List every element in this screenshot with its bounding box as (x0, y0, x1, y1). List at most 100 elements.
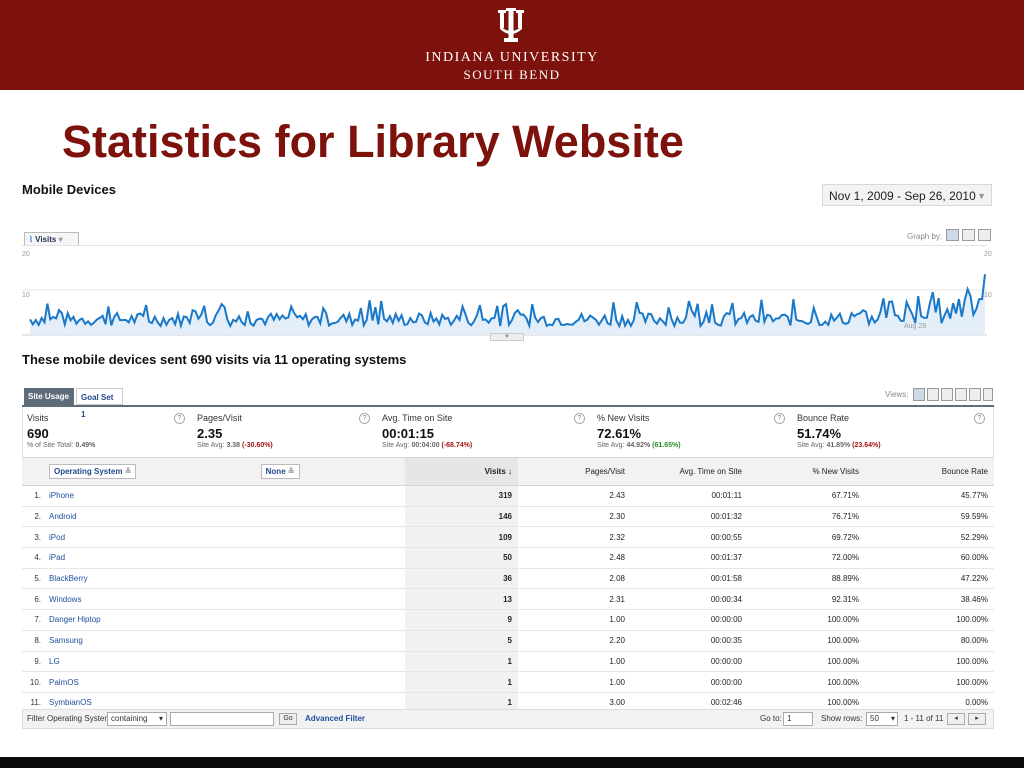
visits-line-chart (22, 245, 993, 337)
new-visits-header[interactable]: % New Visits (748, 457, 865, 486)
table-footer: Filter Operating System: containing ▾ Go… (22, 709, 994, 729)
row-os-name-link[interactable]: Windows (45, 588, 405, 611)
table-row: 3. iPod 109 2.32 00:00:55 69.72% 52.29% (22, 526, 994, 549)
row-avg-time: 00:01:37 (631, 547, 748, 569)
row-pages-visit: 1.00 (518, 651, 631, 673)
row-avg-time: 00:01:58 (631, 568, 748, 590)
row-os-name-link[interactable]: LG (45, 651, 405, 673)
row-os-name-link[interactable]: iPod (45, 526, 405, 549)
secondary-dimension-select[interactable]: None ≚ (260, 464, 300, 479)
next-page-icon[interactable]: ▸ (968, 713, 986, 725)
row-visits: 13 (405, 588, 518, 611)
row-os-name-link[interactable]: iPhone (45, 485, 405, 507)
row-os-name-link[interactable]: Android (45, 506, 405, 528)
row-visits: 1 (405, 651, 518, 673)
university-banner: INDIANA UNIVERSITY SOUTH BEND (0, 0, 1024, 90)
help-icon[interactable]: ? (174, 413, 185, 424)
filter-input[interactable] (170, 712, 274, 726)
row-pages-visit: 1.00 (518, 609, 631, 631)
graph-by-week-button[interactable] (962, 229, 975, 241)
graph-metric-dropdown[interactable]: ⌇ Visits ▾ (24, 232, 79, 246)
filter-mode-select[interactable]: containing ▾ (107, 712, 167, 726)
dimension-select[interactable]: Operating System ≚ (49, 464, 137, 479)
metric-sub: Site Avg: 41.85% (23.64%) (797, 442, 881, 449)
help-icon[interactable]: ? (359, 413, 370, 424)
row-bounce-rate: 80.00% (865, 630, 994, 652)
row-new-visits: 69.72% (748, 526, 865, 549)
chevron-down-icon: ▾ (58, 235, 63, 244)
row-rank: 4. (22, 547, 45, 569)
go-button[interactable]: Go (279, 713, 297, 725)
help-icon[interactable]: ? (574, 413, 585, 424)
row-os-name-link[interactable]: iPad (45, 547, 405, 569)
row-pages-visit: 2.20 (518, 630, 631, 652)
visits-graph: 20 10 20 10 Aug 29 ▼ (22, 245, 993, 341)
previous-page-icon[interactable]: ◂ (947, 713, 965, 725)
row-avg-time: 00:01:11 (631, 485, 748, 507)
metric-name: Bounce Rate (797, 413, 850, 423)
pie-view-icon[interactable] (927, 388, 939, 401)
row-avg-time: 00:00:55 (631, 526, 748, 549)
help-icon[interactable]: ? (774, 413, 785, 424)
metric-name: Avg. Time on Site (382, 413, 453, 423)
date-range-picker[interactable]: Nov 1, 2009 - Sep 26, 2010 ▼ (822, 184, 992, 206)
metric-sub: % of Site Total: 0.49% (27, 442, 96, 449)
table-row: 5. BlackBerry 36 2.08 00:01:58 88.89% 47.22% (22, 568, 994, 590)
avg-time-header[interactable]: Avg. Time on Site (631, 457, 748, 486)
table-row: 9. LG 1 1.00 00:00:00 100.00% 100.00% (22, 651, 994, 673)
row-new-visits: 76.71% (748, 506, 865, 528)
help-icon[interactable]: ? (974, 413, 985, 424)
row-bounce-rate: 100.00% (865, 651, 994, 673)
bounce-rate-header[interactable]: Bounce Rate (865, 457, 994, 486)
row-pages-visit: 2.30 (518, 506, 631, 528)
performance-view-icon[interactable] (941, 388, 953, 401)
row-visits: 36 (405, 568, 518, 590)
table-view-icon[interactable] (913, 388, 925, 401)
operating-system-table: Operating System ≚ None ≚ Visits ↓ Pages… (22, 457, 994, 714)
row-os-name-link[interactable]: Danger Hiptop (45, 609, 405, 631)
comparison-view-icon[interactable] (955, 388, 967, 401)
row-avg-time: 00:00:00 (631, 671, 748, 693)
table-header-row: Operating System ≚ None ≚ Visits ↓ Pages… (22, 457, 994, 486)
row-avg-time: 00:00:34 (631, 588, 748, 611)
row-os-name-link[interactable]: PalmOS (45, 671, 405, 693)
table-row: 10. PalmOS 1 1.00 00:00:00 100.00% 100.00% (22, 671, 994, 693)
row-visits: 319 (405, 485, 518, 507)
report-title: Mobile Devices (22, 182, 116, 197)
table-row: 1. iPhone 319 2.43 00:01:11 67.71% 45.77% (22, 485, 994, 507)
row-bounce-rate: 100.00% (865, 671, 994, 693)
y-axis-label-top: 20 (22, 251, 30, 258)
row-avg-time: 00:00:00 (631, 609, 748, 631)
row-bounce-rate: 60.00% (865, 547, 994, 569)
visits-header[interactable]: Visits ↓ (405, 457, 518, 486)
y-axis-label-mid: 10 (22, 292, 30, 299)
row-pages-visit: 2.31 (518, 588, 631, 611)
row-os-name-link[interactable]: BlackBerry (45, 568, 405, 590)
row-new-visits: 100.00% (748, 671, 865, 693)
pivot-view-icon[interactable] (969, 388, 981, 401)
advanced-filter-link[interactable]: Advanced Filter (305, 714, 365, 723)
metric-value: 51.74% (797, 426, 842, 441)
pages-visit-header[interactable]: Pages/Visit (518, 457, 631, 486)
row-pages-visit: 2.08 (518, 568, 631, 590)
row-os-name-link[interactable]: Samsung (45, 630, 405, 652)
graph-metric-label: Visits (35, 235, 57, 244)
chevron-down-icon: ▾ (158, 714, 163, 723)
trend-view-icon[interactable] (983, 388, 993, 401)
row-bounce-rate: 38.46% (865, 588, 994, 611)
show-rows-select[interactable]: 50 ▾ (866, 712, 898, 726)
graph-by-month-button[interactable] (978, 229, 991, 241)
row-visits: 109 (405, 526, 518, 549)
filter-label: Filter Operating System: (27, 714, 114, 723)
row-rank: 5. (22, 568, 45, 590)
row-visits: 5 (405, 630, 518, 652)
goto-label: Go to: (760, 714, 782, 723)
metric-summary: Visits ? 690 % of Site Total: 0.49% Page… (22, 407, 994, 457)
row-visits: 1 (405, 671, 518, 693)
goto-input[interactable]: 1 (783, 712, 813, 726)
graph-collapse-handle[interactable]: ▼ (490, 333, 524, 341)
metric-avg-time: Avg. Time on Site ? 00:01:15 Site Avg: 0… (378, 407, 593, 457)
tab-goal-set-1[interactable]: Goal Set 1 (76, 388, 123, 419)
tab-site-usage[interactable]: Site Usage (24, 388, 74, 405)
graph-by-day-button[interactable] (946, 229, 959, 241)
